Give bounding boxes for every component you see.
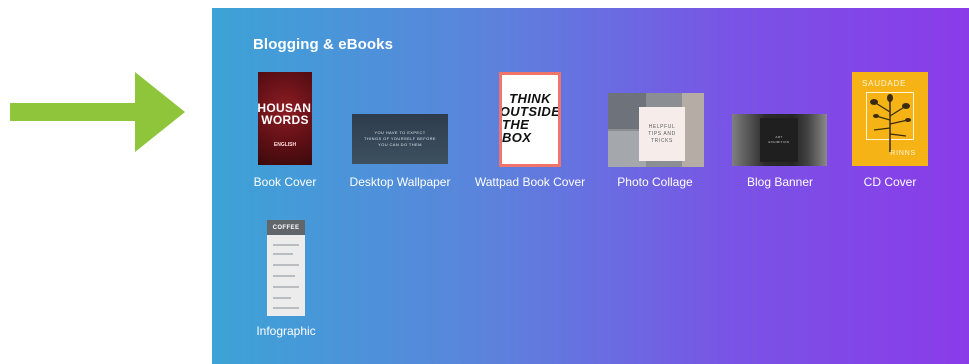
book-cover-label[interactable]: Book Cover bbox=[254, 175, 317, 189]
book-cover-thumb-subtitle: WORDS bbox=[261, 112, 309, 127]
wattpad-book-cover-label[interactable]: Wattpad Book Cover bbox=[475, 175, 585, 189]
wallpaper-line-3: YOU CAN DO THEM bbox=[378, 142, 422, 147]
book-cover-thumbnail[interactable]: A THOUSAND WORDS ENGLISH bbox=[258, 72, 312, 165]
desktop-wallpaper-thumb-text: YOU HAVE TO EXPECT THINGS OF YOURSELF BE… bbox=[364, 130, 436, 148]
banner-center-block: ART EXHIBITION bbox=[760, 118, 798, 162]
book-cover-thumb-title: A THOUSAND bbox=[258, 90, 312, 115]
photo-collage-label[interactable]: Photo Collage bbox=[617, 175, 692, 189]
collage-line-3: TRICKS bbox=[651, 137, 673, 144]
desktop-wallpaper-label[interactable]: Desktop Wallpaper bbox=[350, 175, 451, 189]
wattpad-book-cover-thumbnail[interactable]: THINK OUTSIDE THE BOX bbox=[499, 72, 561, 167]
blog-banner-label[interactable]: Blog Banner bbox=[747, 175, 813, 189]
blog-banner-thumbnail[interactable]: ART EXHIBITION bbox=[732, 114, 827, 166]
right-arrow-icon bbox=[10, 72, 185, 152]
blogging-ebooks-panel: Blogging & eBooks A THOUSAND WORDS ENGLI… bbox=[212, 8, 969, 364]
desktop-wallpaper-thumbnail[interactable]: YOU HAVE TO EXPECT THINGS OF YOURSELF BE… bbox=[352, 114, 448, 164]
collage-card: HELPFUL TIPS AND TRICKS bbox=[639, 107, 685, 161]
cd-thumb-bottom-text: RINNS bbox=[890, 150, 916, 157]
wattpad-thumb-line-3: THE BOX bbox=[502, 117, 532, 145]
banner-line-2: EXHIBITION bbox=[768, 140, 790, 144]
info-row bbox=[273, 286, 299, 288]
section-title: Blogging & eBooks bbox=[253, 36, 394, 53]
collage-line-2: TIPS AND bbox=[648, 130, 676, 137]
infographic-thumbnail[interactable]: COFFEE bbox=[267, 220, 305, 316]
infographic-thumb-header: COFFEE bbox=[267, 220, 305, 235]
info-row bbox=[273, 264, 299, 266]
infographic-label[interactable]: Infographic bbox=[256, 324, 315, 338]
page: Blogging & eBooks A THOUSAND WORDS ENGLI… bbox=[0, 0, 969, 364]
book-cover-thumb-footer: ENGLISH bbox=[273, 141, 297, 148]
cd-cover-label[interactable]: CD Cover bbox=[864, 175, 917, 189]
info-row bbox=[273, 244, 299, 246]
info-row bbox=[273, 297, 291, 299]
info-row bbox=[273, 253, 293, 255]
cd-cover-thumbnail[interactable]: SAUDADE RINNS bbox=[852, 72, 928, 166]
collage-photo-3 bbox=[682, 93, 704, 167]
info-row bbox=[273, 275, 295, 277]
collage-line-1: HELPFUL bbox=[648, 123, 676, 130]
photo-collage-thumbnail[interactable]: HELPFUL TIPS AND TRICKS bbox=[608, 93, 704, 167]
info-row bbox=[273, 307, 299, 309]
